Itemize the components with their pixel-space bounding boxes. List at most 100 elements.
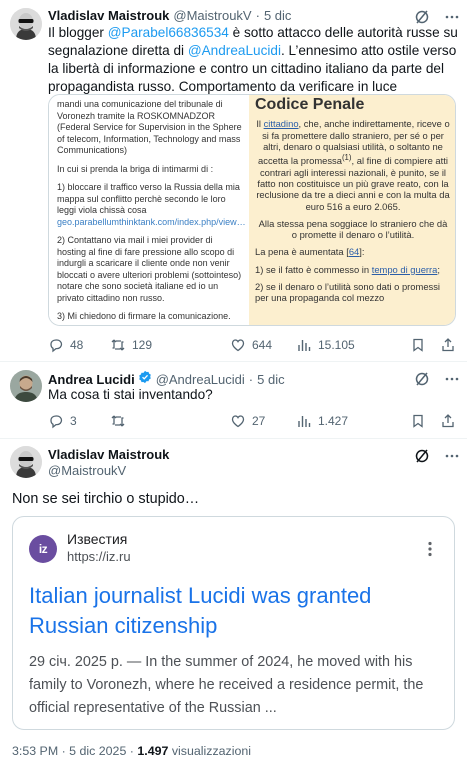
views-button[interactable]: 1.427 [296, 413, 410, 429]
author-name[interactable]: Vladislav Maistrouk [48, 447, 169, 462]
tweet-meta: 3:53 PM · 5 dic 2025 · 1.497 visualizzaz… [12, 744, 251, 758]
avatar[interactable] [10, 446, 42, 478]
reply-button[interactable]: 48 [48, 337, 110, 353]
reply-count: 3 [70, 414, 77, 428]
media-right-panel: Codice Penale Il cittadino, che, anche i… [249, 95, 455, 325]
codice-text: Alla stessa pena soggiace lo straniero c… [258, 217, 448, 241]
codice-text: La pena è aumentata [64]: [255, 246, 451, 257]
more-icon[interactable] [444, 371, 460, 387]
text-segment: Il blogger [48, 25, 108, 40]
bookmark-icon [413, 414, 423, 428]
codice-segment: ]: [359, 246, 365, 258]
link-card[interactable]: iz Известия https://iz.ru Italian journa… [12, 516, 455, 730]
repost-button[interactable]: 129 [110, 337, 230, 353]
divider [0, 438, 467, 439]
codice-segment: ; [437, 263, 440, 275]
grok-icon[interactable] [414, 371, 430, 387]
tweet-time[interactable]: 5 dic [257, 372, 284, 387]
bookmark-button[interactable] [410, 413, 440, 429]
avatar-image [10, 8, 42, 40]
kebab-icon[interactable] [428, 541, 432, 557]
codice-segment: La pena è aumentata [ [255, 246, 349, 258]
share-button[interactable] [440, 413, 456, 429]
separator: · [248, 372, 254, 387]
media-link: geo.parabellumthinktank.com/index.php/vi… [57, 216, 246, 227]
repost-icon [111, 339, 125, 351]
author-name[interactable]: Andrea Lucidi [48, 372, 135, 387]
bookmark-icon [413, 338, 423, 352]
views-label: visualizzazioni [168, 744, 252, 758]
reply-icon [50, 339, 63, 353]
codice-link: 64 [348, 246, 360, 258]
codice-footnote: (1) [341, 153, 352, 163]
codice-text: 1) se il fatto è commesso in tempo di gu… [255, 264, 451, 275]
tweet-text: Ma cosa ti stai inventando? [48, 387, 213, 402]
tweet-actions: 3 27 1.427 [48, 413, 460, 429]
repost-button[interactable] [110, 413, 230, 429]
tweet-text: Non se sei tirchio o stupido… [12, 491, 200, 507]
codice-segment: 1) se il fatto è commesso in [255, 263, 372, 275]
author-name[interactable]: Vladislav Maistrouk [48, 8, 169, 23]
card-date: 29 січ. 2025 р. [29, 654, 123, 670]
reply-button[interactable]: 3 [48, 413, 110, 429]
mention-link[interactable]: @AndreaLucidi [188, 43, 281, 58]
repost-count: 129 [132, 338, 153, 352]
views-total: 1.497 [137, 744, 169, 758]
views-icon [298, 340, 311, 351]
card-title[interactable]: Italian journalist Lucidi was granted Ru… [29, 581, 439, 641]
share-icon [442, 338, 454, 352]
codice-text: Il cittadino, che, anche indirettamente,… [255, 118, 451, 212]
repost-icon [111, 415, 125, 427]
mention-link[interactable]: @Parabel66836534 [108, 25, 229, 40]
avatar[interactable] [10, 8, 42, 40]
views-icon [298, 416, 311, 427]
like-count: 27 [252, 414, 266, 428]
media-text: 3) Mi chiedono di firmare la comunicazio… [57, 311, 231, 321]
divider [0, 361, 467, 362]
tweet-actions: 48 129 644 15.105 [48, 337, 460, 353]
codice-text: 2) se il denaro o l’utilità sono dati o … [255, 280, 440, 304]
avatar-image [10, 446, 42, 478]
like-icon [231, 415, 245, 428]
share-icon [442, 414, 454, 428]
grok-icon[interactable] [414, 9, 430, 25]
author-handle[interactable]: @AndreaLucidi [156, 372, 245, 387]
more-icon[interactable] [444, 448, 460, 464]
views-button[interactable]: 15.105 [296, 337, 410, 353]
grok-icon[interactable] [414, 448, 430, 464]
author-handle[interactable]: @MaistroukV [48, 463, 126, 478]
media-text: mandi una comunicazione del tribunale di… [57, 99, 242, 155]
verified-icon [138, 370, 151, 384]
codice-link: cittadino [263, 118, 299, 130]
media-text: In cui si prenda la briga di intimarmi d… [57, 163, 214, 174]
avatar-image [10, 370, 42, 402]
bookmark-button[interactable] [410, 337, 440, 353]
reply-count: 48 [70, 338, 84, 352]
codice-link: tempo di guerra [371, 263, 438, 275]
views-count: 1.427 [318, 414, 349, 428]
tweet-media-image[interactable]: mandi una comunicazione del tribunale di… [48, 94, 456, 326]
share-button[interactable] [440, 337, 456, 353]
card-site-name: Известия [67, 531, 128, 547]
views-count: 15.105 [318, 338, 355, 352]
media-text: 1) bloccare il traffico verso la Russia … [57, 182, 246, 228]
like-button[interactable]: 644 [230, 337, 296, 353]
iz-logo: iz [29, 535, 57, 563]
tweet-time[interactable]: 5 dic [264, 8, 291, 23]
like-count: 644 [252, 338, 273, 352]
card-url: https://iz.ru [67, 549, 131, 564]
tweet-timestamp[interactable]: 3:53 PM · 5 dic 2025 · [12, 744, 137, 758]
more-icon[interactable] [444, 9, 460, 25]
like-button[interactable]: 27 [230, 413, 296, 429]
codice-segment: Il [256, 118, 264, 130]
card-snippet: 29 січ. 2025 р. — In the summer of 2024,… [29, 651, 443, 720]
separator: · [255, 8, 260, 23]
codice-title: Codice Penale [255, 96, 365, 113]
like-icon [231, 339, 245, 352]
author-handle[interactable]: @MaistroukV [173, 8, 251, 23]
media-text-segment: 1) bloccare il traffico verso la Russia … [57, 182, 240, 215]
reply-icon [50, 415, 63, 429]
media-left-panel: mandi una comunicazione del tribunale di… [49, 95, 249, 325]
media-text: 2) Contattano via mail i miei provider d… [57, 235, 242, 303]
avatar[interactable] [10, 370, 42, 402]
